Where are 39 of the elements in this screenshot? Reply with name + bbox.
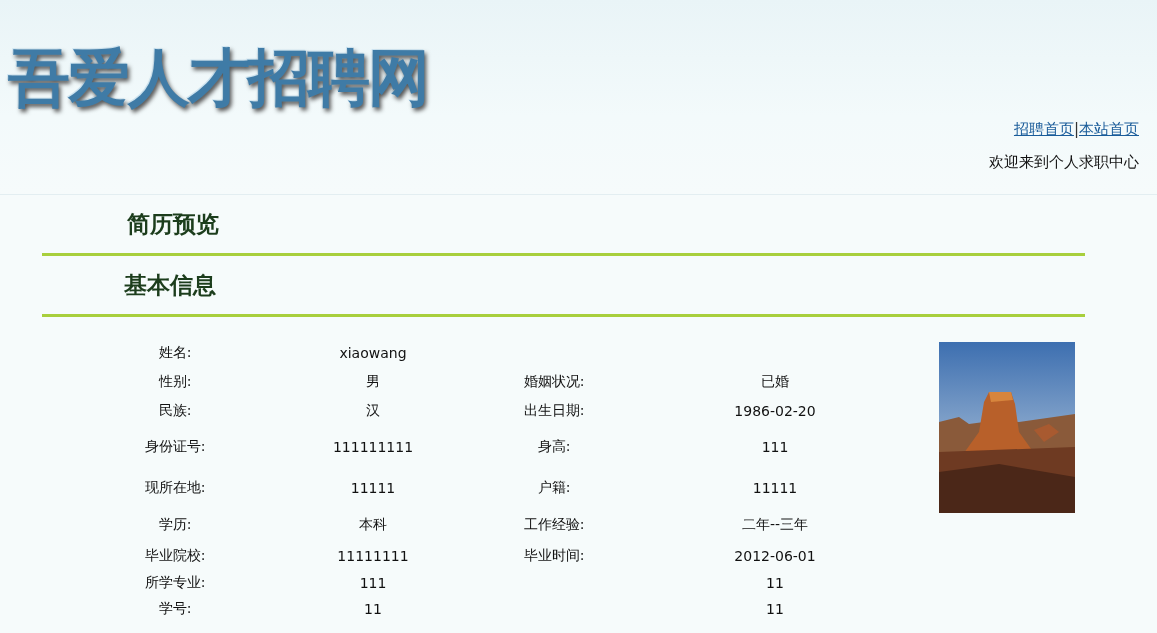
link-separator: | xyxy=(1073,120,1079,139)
field-value: 111 xyxy=(761,439,789,455)
field-value: 男 xyxy=(366,372,380,391)
field-label: 所学专业: xyxy=(144,573,206,592)
field-label: 学号: xyxy=(158,600,192,618)
field-label: 身份证号: xyxy=(144,438,206,456)
field-value: 二年--三年 xyxy=(741,516,809,534)
field-label: 身高: xyxy=(537,438,571,456)
field-value: 11111111 xyxy=(337,547,409,564)
section-title: 基本信息 xyxy=(124,269,216,300)
field-value: 汉 xyxy=(366,402,380,420)
field-value: 1986-02-20 xyxy=(734,403,816,419)
field-value: 11 xyxy=(766,574,784,591)
page-title: 简历预览 xyxy=(127,208,219,239)
field-label: 学历: xyxy=(158,516,192,534)
field-label: 出生日期: xyxy=(523,402,585,420)
nav-link[interactable]: 本站首页 xyxy=(1079,120,1139,139)
field-value: 111111111 xyxy=(332,439,414,455)
field-label: 婚姻状况: xyxy=(523,372,585,391)
field-value: 本科 xyxy=(359,516,387,534)
field-value: 2012-06-01 xyxy=(734,547,816,564)
welcome-text: 欢迎来到个人求职中心 xyxy=(989,153,1139,172)
field-label: 毕业院校: xyxy=(144,546,206,565)
field-label: 工作经验: xyxy=(523,516,585,534)
field-label: 民族: xyxy=(158,402,192,420)
field-value: 11 xyxy=(766,601,784,617)
field-value: xiaowang xyxy=(339,345,407,361)
field-value: 111 xyxy=(359,574,387,591)
field-label: 性别: xyxy=(158,372,192,391)
site-logo: 吾爱人才招聘网 xyxy=(8,44,428,113)
field-label: 毕业时间: xyxy=(523,546,585,565)
field-value: 11111 xyxy=(350,480,396,496)
field-value: 11111 xyxy=(752,480,798,496)
field-label: 户籍: xyxy=(537,479,571,497)
field-label: 姓名: xyxy=(158,344,192,362)
field-label: 现所在地: xyxy=(144,479,206,497)
field-value: 11 xyxy=(364,601,382,617)
field-value: 已婚 xyxy=(761,372,789,391)
nav-link[interactable]: 招聘首页 xyxy=(1013,120,1074,139)
